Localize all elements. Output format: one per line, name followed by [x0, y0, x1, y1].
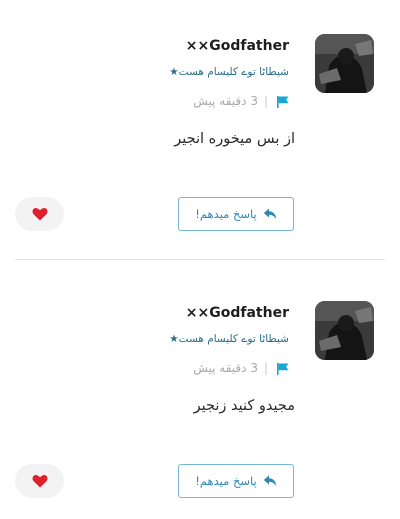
flag-icon[interactable] — [276, 94, 290, 108]
flag-icon[interactable] — [276, 361, 290, 375]
reply-icon — [263, 475, 277, 487]
timestamp: 3 دقیقه پیش — [193, 94, 258, 108]
reply-icon — [263, 208, 277, 220]
comment-meta: | 3 دقیقه پیش — [193, 360, 290, 376]
timestamp: 3 دقیقه پیش — [193, 361, 258, 375]
comment-text: مجیدو کنید زنجیر — [193, 398, 295, 414]
heart-icon — [31, 474, 48, 488]
comment-card: ××Godfather شیطاٹا توے کلیسام هست★ | 3 د… — [0, 260, 400, 519]
like-button[interactable] — [15, 197, 64, 231]
username[interactable]: ××Godfather — [186, 305, 289, 321]
user-tagline: شیطاٹا توے کلیسام هست★ — [169, 333, 289, 345]
user-tagline: شیطاٹا توے کلیسام هست★ — [169, 66, 289, 78]
reply-label: پاسخ میدهم! — [195, 207, 257, 221]
avatar[interactable] — [315, 301, 374, 360]
avatar[interactable] — [315, 34, 374, 93]
avatar-image — [315, 34, 374, 93]
comment-card: ××Godfather شیطاٹا توے کلیسام هست★ | 3 د… — [0, 0, 400, 260]
reply-button[interactable]: پاسخ میدهم! — [178, 197, 294, 231]
meta-separator: | — [263, 94, 268, 108]
username[interactable]: ××Godfather — [186, 38, 289, 54]
heart-icon — [31, 207, 48, 221]
meta-separator: | — [263, 361, 268, 375]
reply-button[interactable]: پاسخ میدهم! — [178, 464, 294, 498]
comment-meta: | 3 دقیقه پیش — [193, 93, 290, 109]
avatar-image — [315, 301, 374, 360]
comment-text: از بس میخوره انجیر — [174, 131, 295, 147]
like-button[interactable] — [15, 464, 64, 498]
reply-label: پاسخ میدهم! — [195, 474, 257, 488]
